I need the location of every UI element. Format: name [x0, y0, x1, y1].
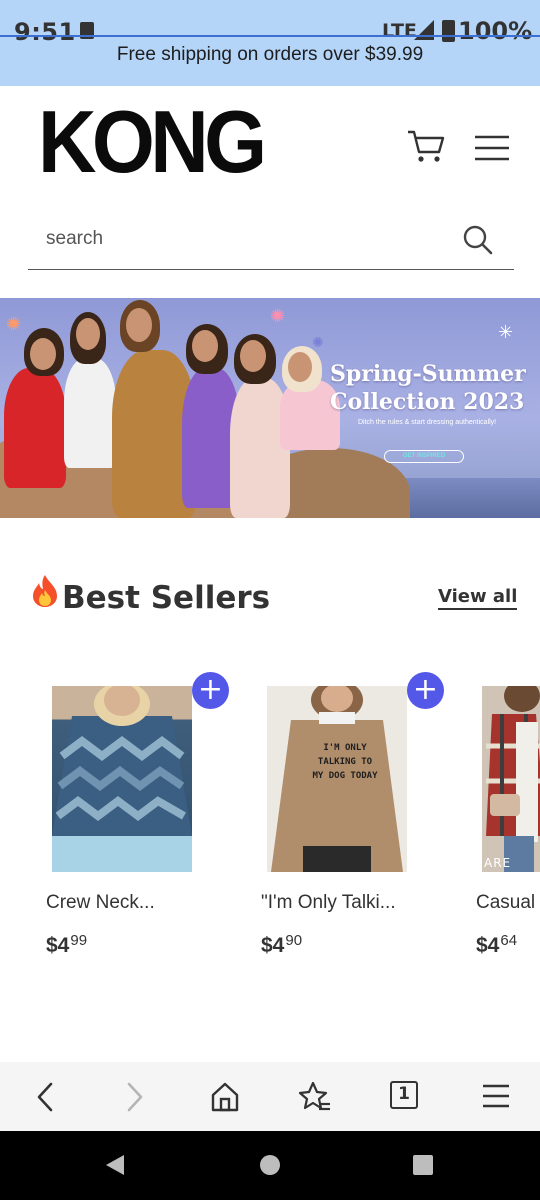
product-name[interactable]: Casual — [476, 892, 535, 914]
product-image[interactable] — [52, 686, 192, 872]
back-icon[interactable] — [34, 1080, 56, 1114]
product-image[interactable]: ARE — [482, 686, 540, 872]
status-divider — [0, 35, 540, 37]
site-logo[interactable]: KONG — [38, 98, 267, 186]
search-icon[interactable] — [462, 224, 494, 256]
banner-title: Spring-Summer Collection 2023 — [330, 361, 526, 415]
model-head — [126, 308, 152, 342]
nav-recents-icon[interactable] — [412, 1154, 434, 1176]
price-cents: 90 — [285, 932, 303, 949]
product-card[interactable]: + Crew Neck... $499 — [46, 672, 246, 972]
product-name[interactable]: "I'm Only Talki... — [261, 892, 396, 914]
forward-icon[interactable] — [124, 1080, 146, 1114]
model-head — [192, 330, 218, 362]
search-bar — [28, 214, 514, 270]
promo-banner-text[interactable]: Free shipping on orders over $39.99 — [0, 44, 540, 66]
sparkle-icon: ✳ — [498, 322, 514, 342]
model-figure — [4, 368, 66, 488]
battery-level: 100% — [458, 17, 533, 45]
product-price: $490 — [261, 932, 302, 958]
banner-subtitle: Ditch the rules & start dressing authent… — [358, 419, 497, 426]
nav-back-icon[interactable] — [104, 1153, 126, 1177]
get-inspired-button[interactable]: GET INSPIRED — [384, 450, 464, 463]
status-bar: 9:51 LTE 100% — [0, 0, 540, 46]
price-main: $4 — [261, 934, 285, 957]
hero-banner[interactable]: ✺ ✺ ✺ ✳ Spring-Summer Collection 2023 Di… — [0, 298, 540, 518]
model-head — [30, 338, 56, 370]
tabs-icon[interactable]: 1 — [390, 1081, 418, 1109]
home-icon[interactable] — [210, 1080, 240, 1114]
nav-home-icon[interactable] — [259, 1154, 281, 1176]
product-image[interactable]: I'M ONLY TALKING TO MY DOG TODAY — [267, 686, 407, 872]
product-card[interactable]: ARE Casual $464 — [476, 672, 540, 972]
status-time: 9:51 — [14, 18, 76, 46]
model-figure — [64, 358, 116, 468]
price-cents: 99 — [70, 932, 88, 949]
sweater-pattern — [52, 686, 192, 872]
cart-icon[interactable] — [406, 128, 446, 164]
bookmark-star-icon[interactable] — [298, 1080, 332, 1114]
model-head — [288, 352, 312, 382]
battery-icon — [442, 20, 455, 42]
add-to-cart-button[interactable]: + — [192, 672, 229, 709]
fire-icon — [33, 575, 57, 607]
sparkle-icon: ✺ — [6, 314, 22, 334]
view-all-link[interactable]: View all — [438, 586, 518, 610]
model-head — [76, 318, 100, 350]
network-type: LTE — [382, 20, 417, 42]
price-cents: 64 — [500, 932, 518, 949]
price-main: $4 — [476, 934, 500, 957]
system-navigation-bar — [0, 1131, 540, 1200]
price-main: $4 — [46, 934, 70, 957]
browser-toolbar: 1 — [0, 1062, 540, 1132]
sparkle-icon: ✺ — [270, 306, 286, 326]
sweater-pattern — [482, 686, 540, 872]
shirt-print-text: ARE — [484, 856, 512, 870]
product-price: $464 — [476, 932, 517, 958]
search-input[interactable] — [28, 214, 448, 264]
product-card[interactable]: I'M ONLY TALKING TO MY DOG TODAY + "I'm … — [261, 672, 461, 972]
shirt-print-text: I'M ONLY TALKING TO MY DOG TODAY — [312, 743, 378, 781]
menu-icon[interactable] — [474, 134, 510, 162]
menu-icon[interactable] — [482, 1084, 510, 1108]
model-head — [240, 340, 266, 372]
best-sellers-heading: Best Sellers — [30, 574, 270, 616]
add-to-cart-button[interactable]: + — [407, 672, 444, 709]
signal-icon — [414, 20, 434, 40]
product-price: $499 — [46, 932, 87, 958]
sparkle-icon: ✺ — [312, 334, 324, 350]
product-name[interactable]: Crew Neck... — [46, 892, 155, 914]
best-sellers-title: Best Sellers — [62, 580, 271, 616]
